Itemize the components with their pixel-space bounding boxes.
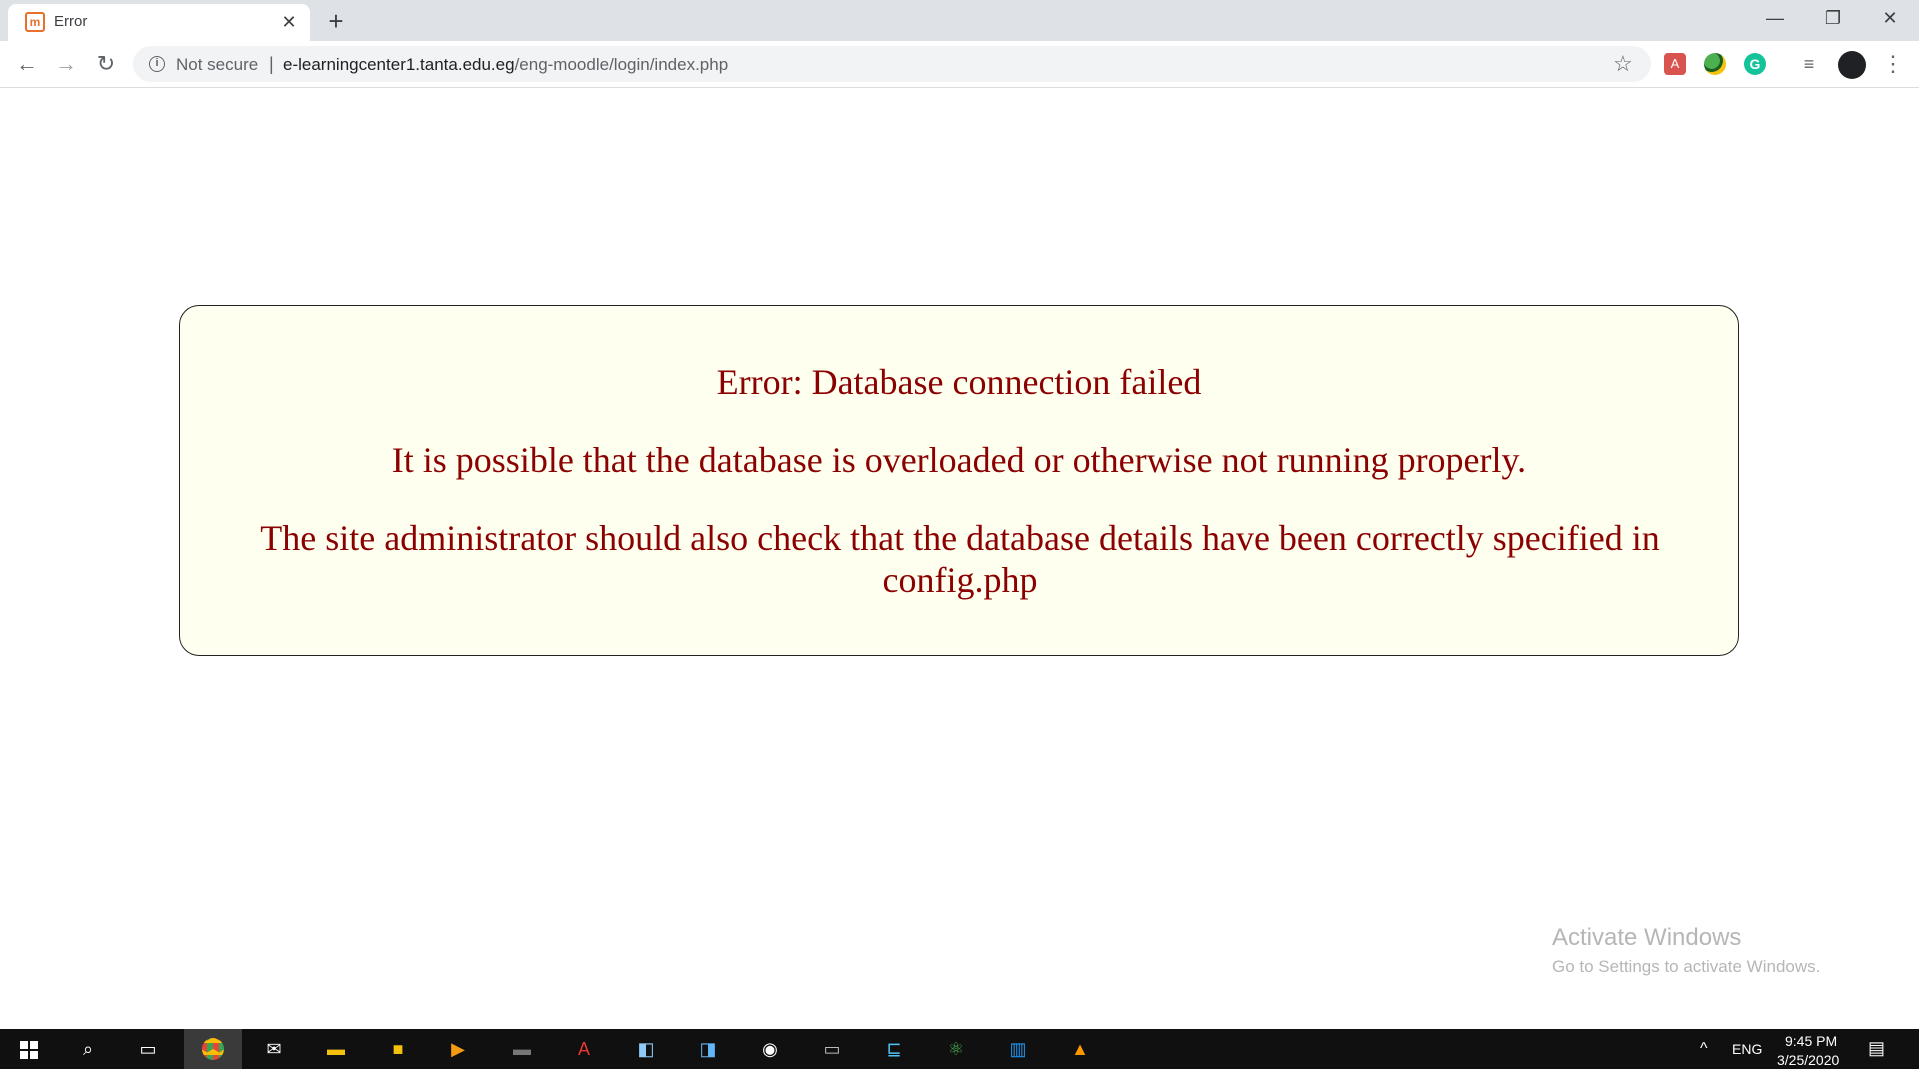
menu-dots-icon[interactable]: ⋮ — [1882, 49, 1904, 79]
globe-extension-icon[interactable] — [1704, 53, 1726, 75]
language-indicator[interactable]: ENG — [1732, 1041, 1762, 1057]
app-icon-2[interactable]: ▬ — [506, 1033, 538, 1065]
url-host: e-learningcenter1.tanta.edu.eg — [283, 55, 515, 74]
app-icon-1[interactable]: ■ — [382, 1033, 414, 1065]
grammarly-extension-icon[interactable]: G — [1744, 53, 1766, 75]
page-content: Error: Database connection failed It is … — [0, 88, 1919, 1029]
python-icon[interactable]: ◨ — [692, 1033, 724, 1065]
watermark-subtitle: Go to Settings to activate Windows. — [1552, 957, 1821, 976]
trello-icon[interactable]: ▥ — [1002, 1033, 1034, 1065]
app-icon-4[interactable]: ◉ — [754, 1033, 786, 1065]
tray-chevron-icon[interactable]: ^ — [1700, 1040, 1708, 1058]
minimize-button[interactable]: — — [1747, 0, 1803, 36]
task-view-icon[interactable]: ▭ — [132, 1033, 164, 1065]
back-arrow-icon[interactable]: ← — [12, 49, 42, 79]
info-icon[interactable]: i — [149, 56, 165, 72]
browser-toolbar: ← → ↻ i Not secure | e-learningcenter1.t… — [0, 41, 1919, 88]
error-message-1: It is possible that the database is over… — [391, 440, 1527, 480]
reload-icon[interactable]: ↻ — [91, 49, 121, 79]
media-player-icon[interactable]: ▶ — [442, 1033, 474, 1065]
app-icon-6[interactable]: ▲ — [1064, 1033, 1096, 1065]
terminal-icon[interactable]: ▭ — [816, 1033, 848, 1065]
error-box: Error: Database connection failed It is … — [179, 305, 1739, 656]
acrobat-icon[interactable]: A — [568, 1033, 600, 1065]
app-icon-5[interactable]: ⊑ — [878, 1033, 910, 1065]
bookmark-star-icon[interactable]: ☆ — [1613, 51, 1633, 77]
atom-icon[interactable]: ⚛ — [940, 1033, 972, 1065]
media-control-icon[interactable]: ≡ — [1798, 53, 1820, 75]
tab-close-icon[interactable]: ✕ — [278, 11, 300, 33]
error-message-2: The site administrator should also check… — [260, 518, 1660, 600]
clock-date[interactable]: 3/25/2020 — [1777, 1052, 1839, 1068]
security-label[interactable]: Not secure — [176, 55, 258, 75]
file-explorer-icon[interactable]: ▬ — [320, 1033, 352, 1065]
url-path: /eng-moodle/login/index.php — [514, 55, 729, 74]
address-bar[interactable]: i Not secure | e-learningcenter1.tanta.e… — [133, 46, 1651, 82]
url-text[interactable]: e-learningcenter1.tanta.edu.eg/eng-moodl… — [283, 55, 728, 75]
chrome-taskbar-icon[interactable] — [184, 1029, 242, 1069]
activate-windows-watermark: Activate Windows Go to Settings to activ… — [1552, 924, 1820, 977]
window-close-button[interactable]: ✕ — [1862, 0, 1918, 36]
pdf-extension-icon[interactable]: A — [1664, 53, 1686, 75]
windows-start-icon[interactable] — [20, 1041, 38, 1059]
new-tab-button[interactable]: + — [322, 8, 350, 36]
moodle-favicon-icon: m — [25, 12, 45, 32]
restore-button[interactable]: ❐ — [1805, 0, 1861, 36]
tab-title: Error — [54, 13, 88, 30]
watermark-title: Activate Windows — [1552, 924, 1742, 951]
error-title: Error: Database connection failed — [716, 362, 1202, 402]
profile-avatar[interactable] — [1838, 51, 1866, 79]
browser-tab[interactable]: m Error ✕ — [8, 4, 310, 41]
search-icon[interactable]: ⌕ — [72, 1033, 104, 1065]
tab-strip: m Error ✕ + — ❐ ✕ — [0, 0, 1919, 41]
forward-arrow-icon[interactable]: → — [51, 49, 81, 79]
mail-icon[interactable]: ✉ — [258, 1033, 290, 1065]
clock-time[interactable]: 9:45 PM — [1785, 1033, 1837, 1049]
taskbar: ⌕ ▭ ✉ ▬ ■ ▶ ▬ A ◧ ◨ ◉ ▭ ⊑ ⚛ ▥ ▲ ^ ENG 9:… — [0, 1029, 1919, 1069]
notification-icon[interactable]: ▤ — [1868, 1038, 1885, 1059]
app-icon-3[interactable]: ◧ — [630, 1033, 662, 1065]
url-separator: | — [269, 54, 274, 74]
